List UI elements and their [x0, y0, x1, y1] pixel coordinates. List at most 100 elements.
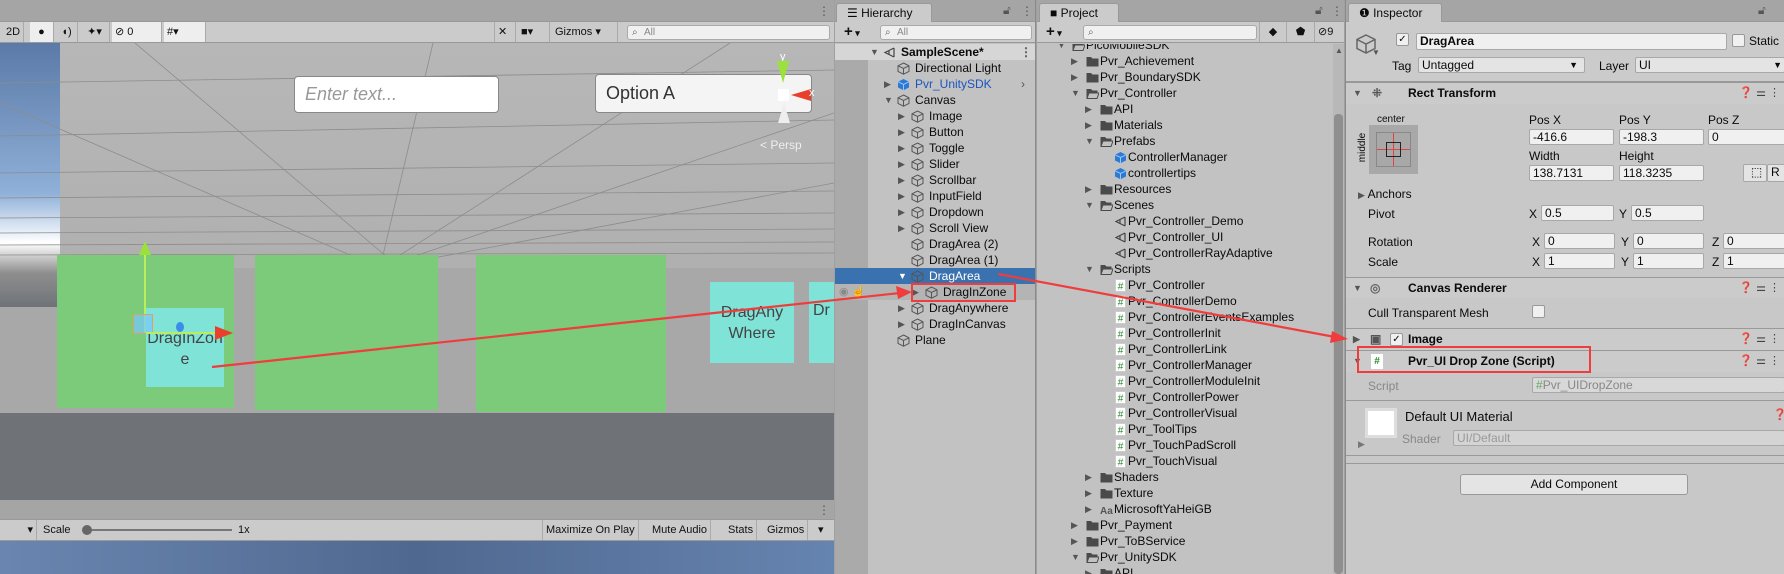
hierarchy-item[interactable]: ▶ DragInCanvas	[835, 316, 1036, 332]
camera-icon[interactable]: ■▾	[518, 22, 550, 42]
hierarchy-item[interactable]: ▶ Toggle	[835, 140, 1036, 156]
foldout-closed-icon[interactable]: ▶	[1071, 533, 1078, 549]
width-label[interactable]: Width	[1529, 149, 1560, 163]
foldout-closed-icon[interactable]: ▶	[898, 140, 905, 156]
project-item[interactable]: ControllerManager	[1037, 149, 1333, 165]
component-actions[interactable]: ❓ ⚌ ⋮	[1739, 351, 1780, 372]
drag-anywhere-item[interactable]: DragAnyWhere	[710, 282, 794, 363]
project-item[interactable]: Pvr_Controller_Demo	[1037, 213, 1333, 229]
hierarchy-divider[interactable]	[1035, 0, 1036, 574]
maximize-on-play-button[interactable]: Maximize On Play	[542, 520, 639, 540]
hierarchy-item[interactable]: DragArea (1)	[835, 252, 1036, 268]
project-item[interactable]: Pvr_Controller_UI	[1037, 229, 1333, 245]
foldout-closed-icon[interactable]: ▶	[898, 156, 905, 172]
audio-toggle-icon[interactable]: ◖)	[56, 22, 78, 42]
lighting-toggle-icon[interactable]: ●	[30, 22, 54, 42]
help-icon[interactable]: ❓	[1773, 408, 1784, 421]
rotation-z-label[interactable]: Z	[1712, 235, 1719, 249]
raw-edit-button[interactable]: R	[1767, 164, 1784, 182]
foldout-closed-icon[interactable]: ▶	[1071, 517, 1078, 533]
project-item[interactable]: ▶ Pvr_Achievement	[1037, 53, 1333, 69]
rotation-x-field[interactable]: 0	[1544, 233, 1615, 249]
rotation-y-field[interactable]: 0	[1633, 233, 1704, 249]
project-item[interactable]: ▼ Pvr_Controller	[1037, 85, 1333, 101]
tab-hierarchy[interactable]: ☰ Hierarchy	[836, 3, 932, 23]
project-item[interactable]: # Pvr_ControllerManager	[1037, 357, 1333, 373]
foldout-open-icon[interactable]: ▼	[1085, 261, 1094, 277]
project-item[interactable]: ▶ Texture	[1037, 485, 1333, 501]
foldout-open-icon[interactable]: ▼	[884, 92, 893, 108]
hierarchy-item[interactable]: ▶ Scroll View	[835, 220, 1036, 236]
project-item[interactable]: # Pvr_TouchPadScroll	[1037, 437, 1333, 453]
project-item[interactable]: # Pvr_ControllerDemo	[1037, 293, 1333, 309]
stats-button[interactable]: Stats	[725, 520, 758, 540]
foldout-closed-icon[interactable]: ▶	[1085, 565, 1092, 574]
hierarchy-item[interactable]: Plane	[835, 332, 1036, 348]
project-item[interactable]: ▶ Aa MicrosoftYaHeiGB	[1037, 501, 1333, 517]
project-item[interactable]: ▼ Scenes	[1037, 197, 1333, 213]
persp-label[interactable]: < Persp	[760, 138, 802, 152]
move-handle-y-tip-icon[interactable]	[139, 241, 151, 255]
2d-toggle[interactable]: 2D	[3, 22, 25, 42]
rect-transform-header[interactable]: ▼ ⁜ Rect Transform ❓ ⚌ ⋮	[1346, 82, 1784, 104]
hidden-packages-toggle[interactable]: ⊘9	[1315, 22, 1344, 42]
pos-y-field[interactable]: -198.3	[1619, 129, 1704, 145]
rotation-y-label[interactable]: Y	[1621, 235, 1629, 249]
foldout-open-icon[interactable]: ▼	[870, 44, 879, 60]
more-icon[interactable]: ⋮	[818, 4, 830, 18]
project-item[interactable]: Pvr_ControllerRayAdaptive	[1037, 245, 1333, 261]
scale-z-label[interactable]: Z	[1712, 255, 1719, 269]
project-item[interactable]: # Pvr_ControllerLink	[1037, 341, 1333, 357]
project-item[interactable]: # Pvr_ControllerModuleInit	[1037, 373, 1333, 389]
object-name-field[interactable]: DragArea	[1416, 33, 1727, 50]
project-search-input[interactable]	[1083, 25, 1257, 40]
project-item[interactable]: ▶ Pvr_Payment	[1037, 517, 1333, 533]
scale-y-label[interactable]: Y	[1621, 255, 1629, 269]
project-item[interactable]: ▼ Scripts	[1037, 261, 1333, 277]
tag-dropdown[interactable]: Untagged ▼	[1418, 57, 1585, 73]
foldout-closed-icon[interactable]: ▶	[1085, 469, 1092, 485]
rotation-z-field[interactable]: 0	[1723, 233, 1784, 249]
open-prefab-icon[interactable]: ›	[1021, 76, 1025, 92]
hierarchy-item[interactable]: ▶ InputField	[835, 188, 1036, 204]
drag-area-green-2[interactable]	[255, 255, 438, 410]
foldout-closed-icon[interactable]: ▶	[898, 108, 905, 124]
pivot-y-field[interactable]: 0.5	[1631, 205, 1704, 221]
create-button[interactable]: + ▾	[1043, 22, 1065, 42]
project-item[interactable]: ▶ Shaders	[1037, 469, 1333, 485]
project-item[interactable]: ▼ Prefabs	[1037, 133, 1333, 149]
project-item[interactable]: controllertips	[1037, 165, 1333, 181]
pos-z-label[interactable]: Pos Z	[1708, 113, 1739, 127]
height-field[interactable]: 118.3235	[1619, 165, 1704, 181]
active-checkbox[interactable]: ✓	[1396, 33, 1409, 46]
pivot-x-label[interactable]: X	[1529, 207, 1537, 221]
rotation-x-label[interactable]: X	[1532, 235, 1540, 249]
hierarchy-item[interactable]: ▶ Dropdown	[835, 204, 1036, 220]
display-dropdown[interactable]: ▾	[0, 520, 37, 540]
foldout-open-icon[interactable]: ▼	[1071, 85, 1080, 101]
create-button[interactable]: + ▾	[841, 22, 863, 42]
hierarchy-item[interactable]: DragArea (2)	[835, 236, 1036, 252]
tab-inspector[interactable]: ❶ Inspector	[1348, 3, 1442, 23]
tools-icon[interactable]: ✕	[494, 22, 516, 42]
project-item[interactable]: # Pvr_TouchVisual	[1037, 453, 1333, 469]
canvas-renderer-header[interactable]: ▼ ◎ Canvas Renderer ❓ ⚌ ⋮	[1346, 277, 1784, 298]
layer-dropdown[interactable]: UI ▼	[1635, 57, 1784, 73]
anchors-foldout[interactable]: ▶ Anchors	[1358, 187, 1412, 201]
scene-viewport[interactable]: Enter text... Option A y x < Persp DragI…	[0, 43, 834, 500]
more-icon[interactable]: ⋮	[818, 503, 830, 517]
gizmos-dropdown-icon[interactable]: ▾	[815, 520, 827, 540]
cull-transparent-mesh-checkbox[interactable]	[1532, 305, 1545, 318]
project-item[interactable]: # Pvr_ControllerInit	[1037, 325, 1333, 341]
visibility-pick-icons[interactable]: ◉ ☝	[839, 284, 865, 300]
scene-search-input[interactable]: All	[627, 25, 830, 40]
lock-icon[interactable]: 🔓︎	[1003, 3, 1011, 18]
hierarchy-item[interactable]: ▶ Pvr_UnitySDK ›	[835, 76, 1036, 92]
pos-x-label[interactable]: Pos X	[1529, 113, 1561, 127]
foldout-closed-icon[interactable]: ▶	[898, 172, 905, 188]
move-handle-z-icon[interactable]	[176, 322, 184, 332]
width-field[interactable]: 138.7131	[1529, 165, 1614, 181]
pivot-y-label[interactable]: Y	[1619, 207, 1627, 221]
project-item[interactable]: # Pvr_Controller	[1037, 277, 1333, 293]
gizmos-dropdown[interactable]: Gizmos ▾	[552, 22, 618, 42]
